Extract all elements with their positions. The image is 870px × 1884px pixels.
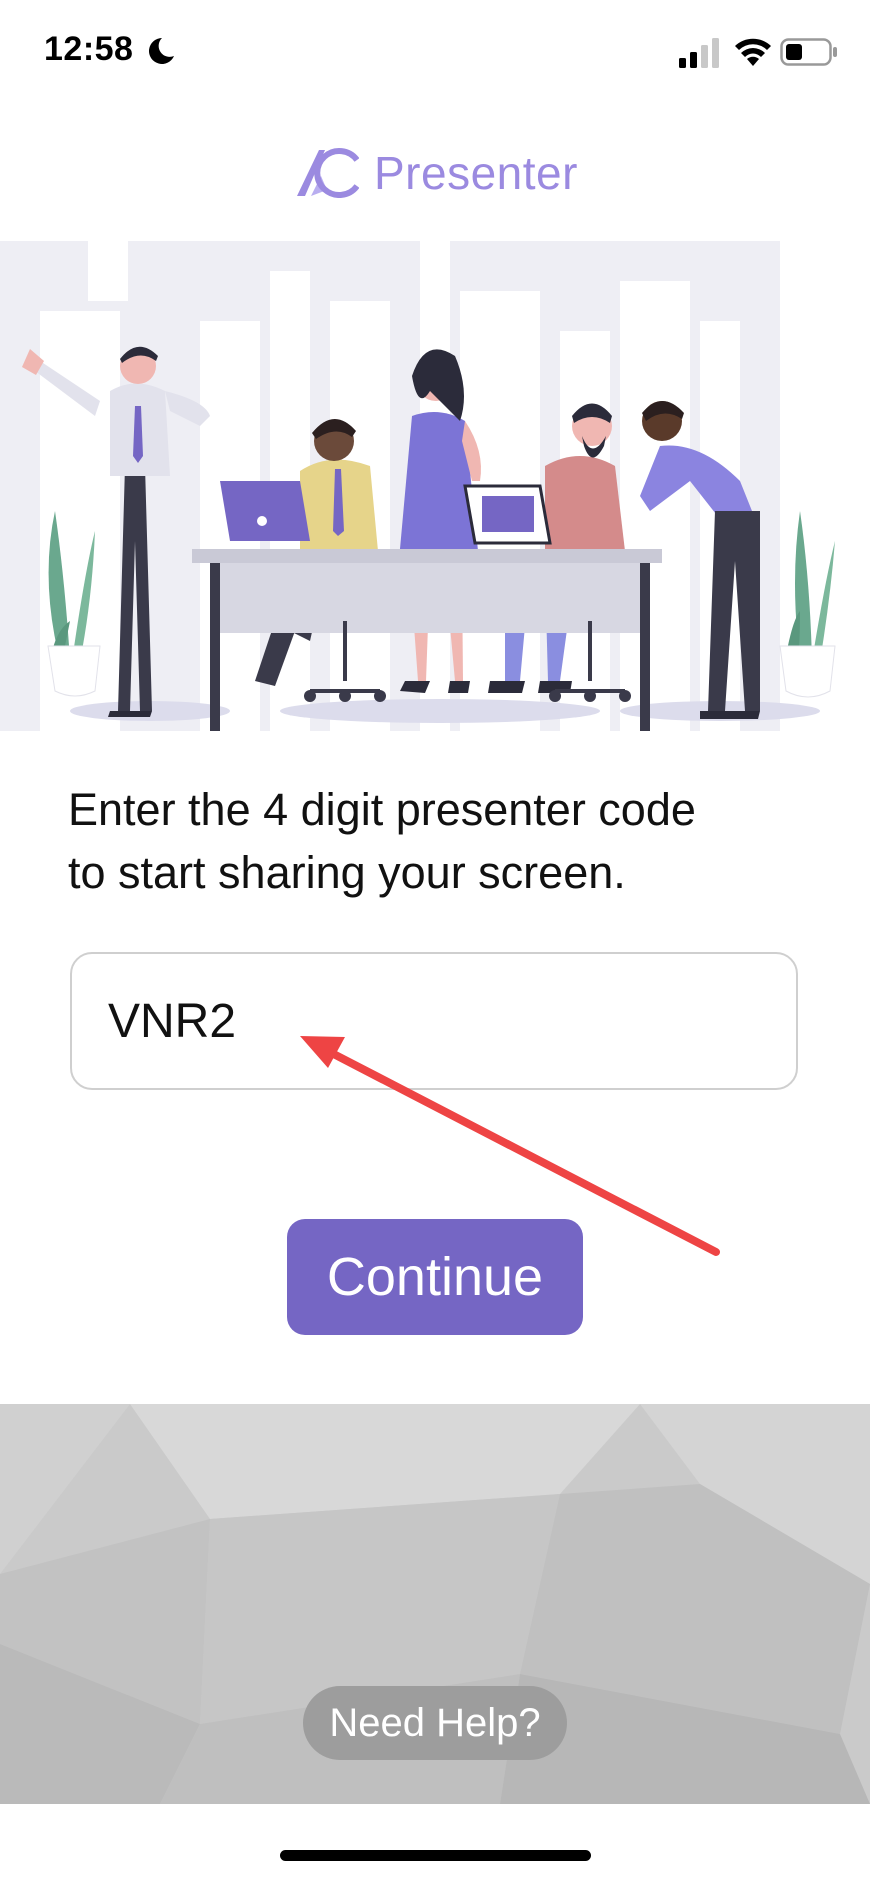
- battery-icon: [780, 38, 837, 66]
- cellular-signal-icon: [679, 38, 719, 68]
- logo-icon: [297, 148, 359, 198]
- moon-icon: [149, 38, 174, 64]
- instruction-text: Enter the 4 digit presenter code to star…: [68, 778, 828, 904]
- home-indicator[interactable]: [280, 1850, 591, 1861]
- team-illustration: [0, 241, 870, 731]
- status-time: 12:58: [44, 30, 134, 68]
- app-logo: Presenter: [295, 142, 595, 202]
- instruction-line-2: to start sharing your screen.: [68, 847, 626, 898]
- wifi-icon: [735, 38, 771, 66]
- app-name: Presenter: [374, 147, 578, 199]
- need-help-button[interactable]: Need Help?: [303, 1686, 567, 1760]
- continue-button[interactable]: Continue: [287, 1219, 583, 1335]
- presenter-code-input[interactable]: [70, 952, 798, 1090]
- instruction-line-1: Enter the 4 digit presenter code: [68, 784, 696, 835]
- status-bar: 12:58: [0, 0, 870, 110]
